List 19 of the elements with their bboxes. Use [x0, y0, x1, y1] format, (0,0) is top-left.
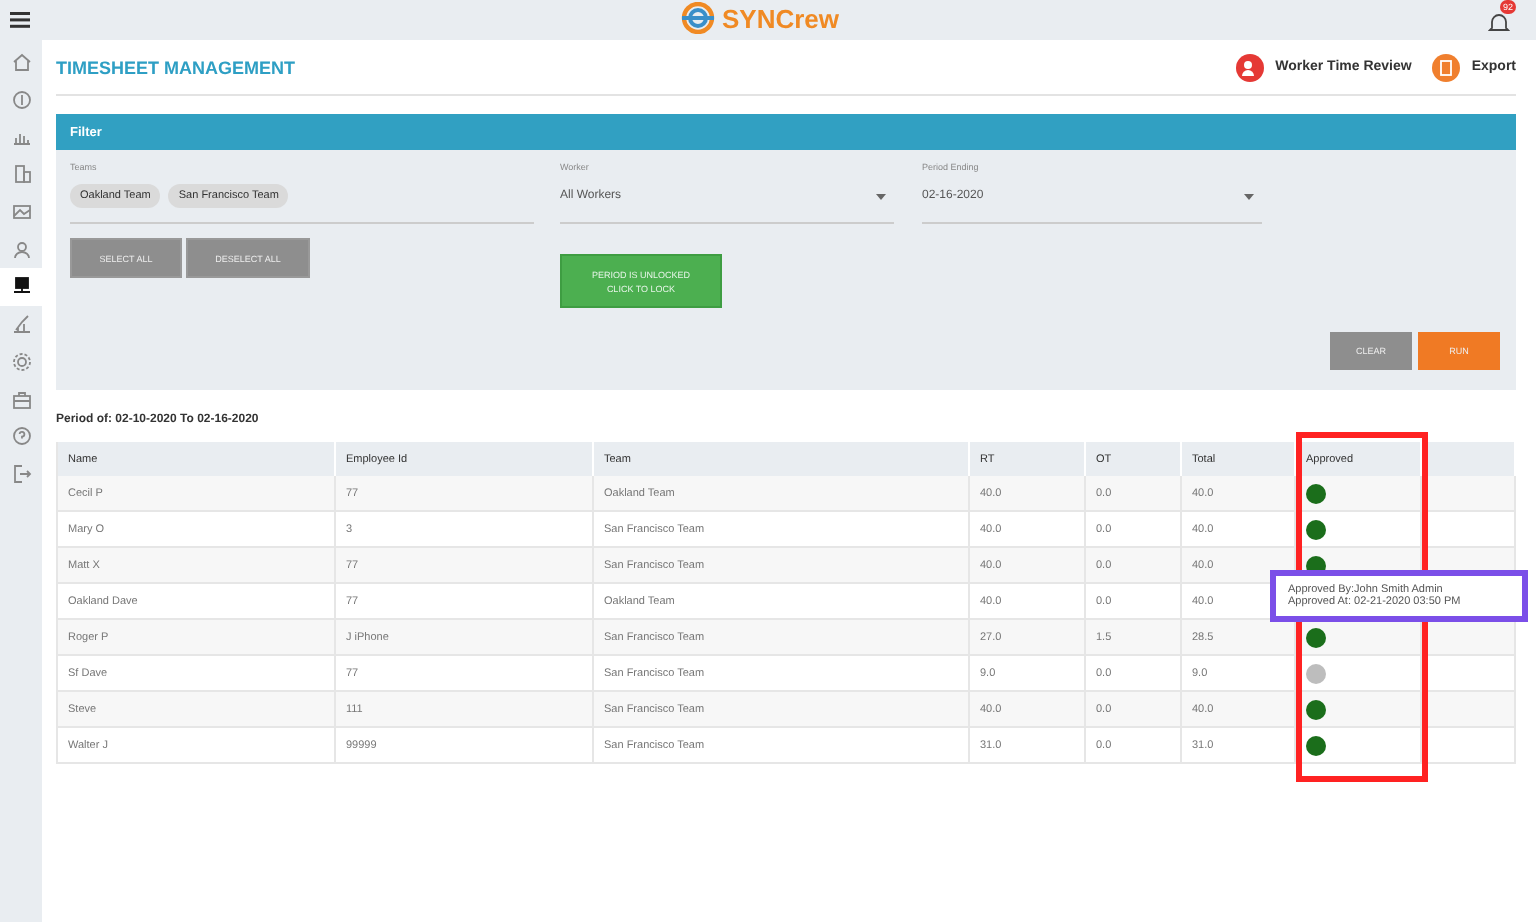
person-icon: [1235, 53, 1264, 81]
brand-name: SYNCrew: [722, 3, 840, 33]
caret-icon: [1244, 193, 1254, 199]
help-icon[interactable]: [11, 426, 31, 447]
image-icon[interactable]: [11, 202, 31, 223]
logo-icon: [680, 2, 720, 34]
person-icon[interactable]: [11, 239, 31, 260]
logout-icon[interactable]: [11, 463, 31, 484]
settings-icon[interactable]: [11, 351, 31, 372]
building-icon[interactable]: [11, 164, 31, 185]
home-icon[interactable]: [11, 52, 31, 73]
monitor-icon[interactable]: [11, 276, 31, 297]
caret-icon: [876, 193, 886, 199]
briefcase-icon[interactable]: [11, 389, 31, 410]
sidebar-item[interactable]: [0, 268, 42, 306]
page-title: TIMESHEET MANAGEMENT: [56, 57, 296, 77]
document-icon: [1431, 53, 1460, 81]
line-chart-icon[interactable]: [11, 314, 31, 335]
menu-icon[interactable]: [10, 12, 30, 28]
